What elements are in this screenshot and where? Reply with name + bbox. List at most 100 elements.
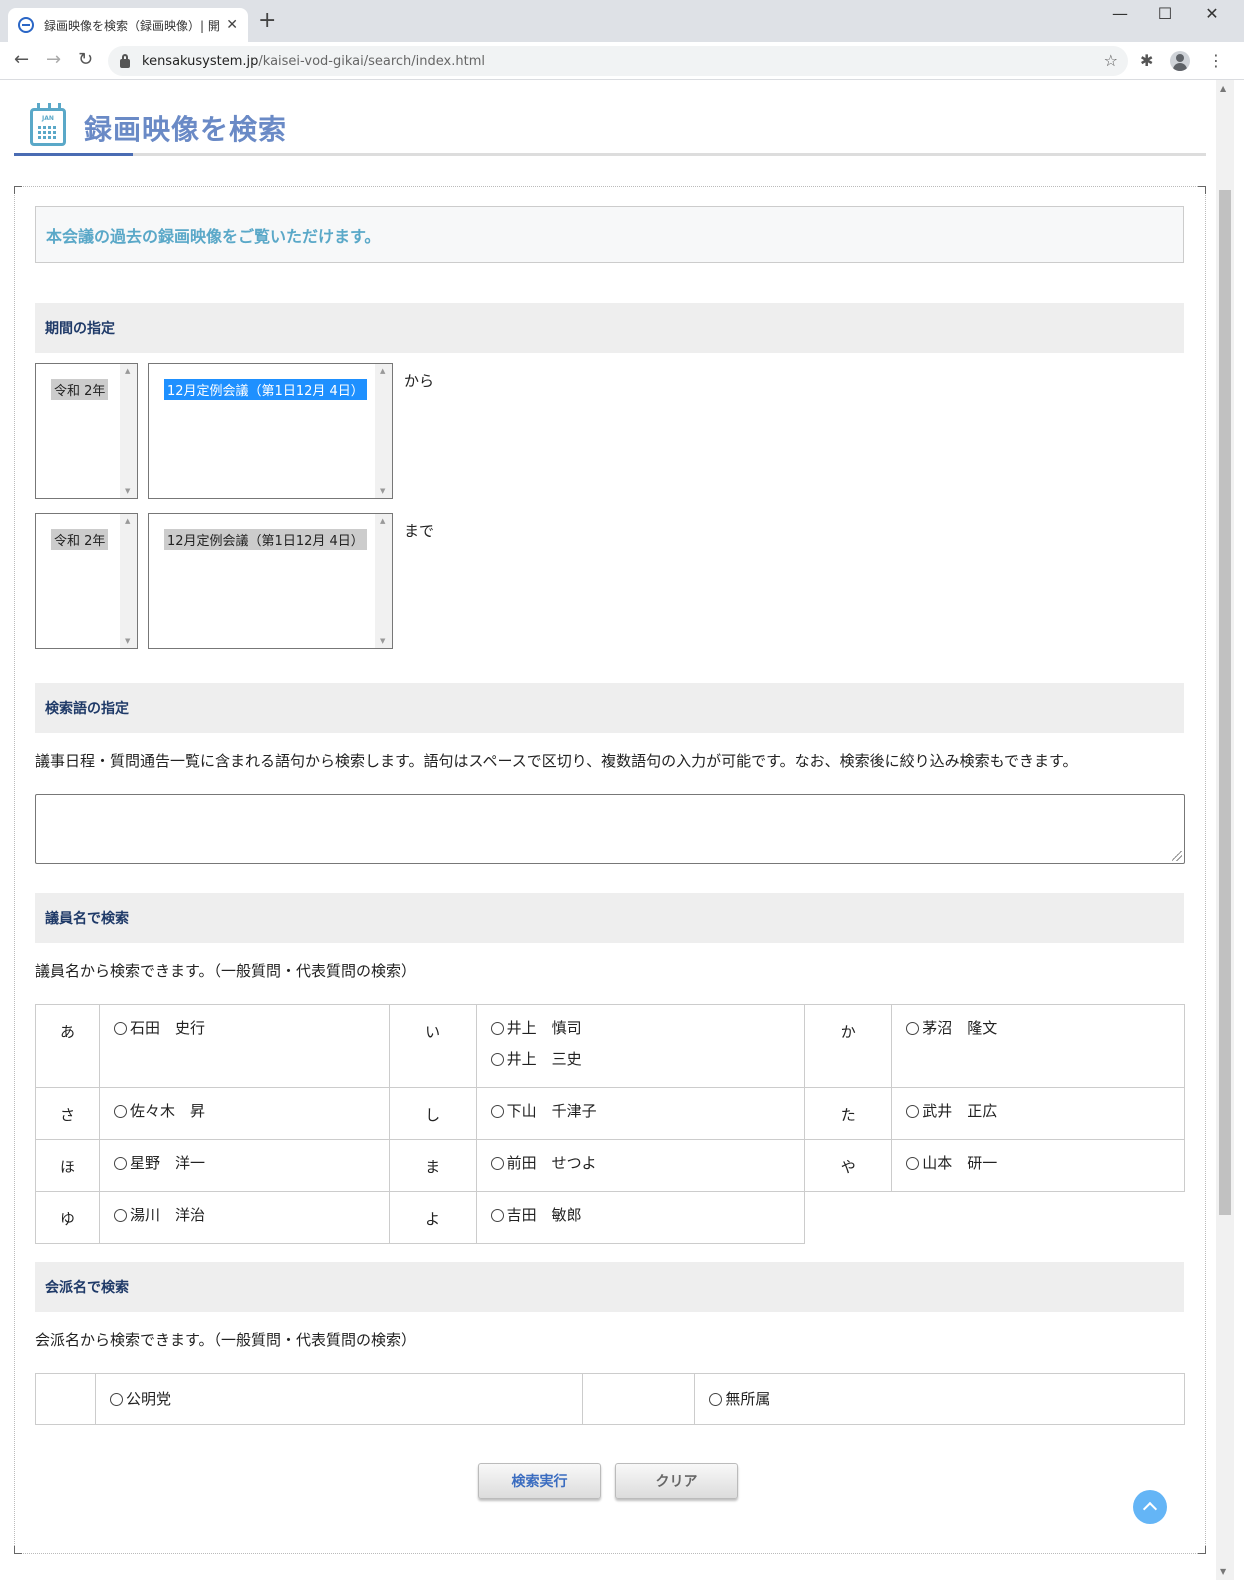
kana-cell: ほ — [35, 1139, 100, 1192]
members-table: あ 石田 史行 い 井上 慎司 井上 三史 か 茅沼 隆文 さ 佐々木 昇 し … — [35, 1004, 1185, 1244]
radio-icon[interactable] — [490, 1022, 504, 1035]
member-radio-hoshino[interactable]: 星野 洋一 — [113, 1148, 389, 1179]
factions-heading: 会派名で検索 — [35, 1262, 1184, 1312]
menu-kebab-icon[interactable]: ⋮ — [1208, 52, 1224, 70]
names-cell: 山本 研一 — [891, 1139, 1185, 1192]
forward-icon[interactable]: → — [46, 50, 61, 70]
radio-icon[interactable] — [709, 1392, 723, 1406]
period-heading: 期間の指定 — [35, 303, 1184, 353]
address-bar[interactable]: kensakusystem.jp/kaisei-vod-gikai/search… — [108, 46, 1128, 76]
resize-grip-icon[interactable] — [1172, 851, 1182, 861]
clear-button[interactable]: クリア — [615, 1463, 738, 1499]
member-radio-inoue-sanshi[interactable]: 井上 三史 — [490, 1044, 805, 1075]
names-cell: 吉田 敏郎 — [475, 1191, 806, 1244]
keyword-description: 議事日程・質問通告一覧に含まれる語句から検索します。語句はスペースで区切り、複数… — [35, 752, 1078, 770]
bookmark-star-icon[interactable]: ☆ — [1104, 51, 1118, 70]
table-row: ゆ 湯川 洋治 よ 吉田 敏郎 — [35, 1191, 1185, 1244]
scrollbar-thumb[interactable] — [1219, 190, 1231, 1215]
new-tab-icon[interactable]: + — [258, 10, 276, 32]
kana-cell: あ — [35, 1004, 100, 1088]
back-icon[interactable]: ← — [14, 50, 29, 70]
url-text: kensakusystem.jp/kaisei-vod-gikai/search… — [142, 53, 485, 69]
empty-kana-cell — [35, 1373, 96, 1425]
lock-icon — [120, 53, 130, 68]
radio-icon[interactable] — [490, 1157, 504, 1170]
page-title: 録画映像を検索 — [84, 113, 288, 146]
kana-cell: さ — [35, 1087, 100, 1140]
member-radio-takei[interactable]: 武井 正広 — [906, 1096, 1184, 1127]
to-year-select[interactable]: 令和 2年 ▲ ▼ — [35, 513, 138, 649]
to-year-option[interactable]: 令和 2年 — [51, 529, 109, 550]
names-cell: 前田 せつよ — [475, 1139, 806, 1192]
radio-icon[interactable] — [113, 1157, 127, 1170]
browser-tab-bar: 録画映像を検索（録画映像）| 開 ✕ + — ☐ ✕ — [0, 0, 1244, 42]
kana-cell: か — [804, 1004, 893, 1088]
calendar-icon: JAN — [30, 103, 66, 146]
radio-icon[interactable] — [113, 1022, 127, 1035]
empty-kana-cell — [581, 1373, 696, 1425]
member-radio-kayanuma[interactable]: 茅沼 隆文 — [906, 1013, 1184, 1044]
kana-cell: や — [804, 1139, 893, 1192]
site-favicon-icon — [18, 17, 34, 33]
tab-close-icon[interactable]: ✕ — [226, 17, 238, 33]
to-meeting-select[interactable]: 12月定例会議（第1日12月 4日） ▲ ▼ — [148, 513, 393, 649]
table-row: さ 佐々木 昇 し 下山 千津子 た 武井 正広 — [35, 1087, 1185, 1140]
to-label: まで — [404, 522, 435, 540]
faction-radio-komeito[interactable]: 公明党 — [109, 1384, 582, 1415]
keyword-input[interactable] — [35, 794, 1185, 864]
from-label: から — [404, 372, 435, 390]
from-meeting-select[interactable]: 12月定例会議（第1日12月 4日） ▲ ▼ — [148, 363, 393, 499]
radio-icon[interactable] — [109, 1392, 123, 1406]
table-row: ほ 星野 洋一 ま 前田 せつよ や 山本 研一 — [35, 1139, 1185, 1192]
radio-icon[interactable] — [113, 1209, 127, 1222]
browser-toolbar: ← → ↻ kensakusystem.jp/kaisei-vod-gikai/… — [0, 42, 1244, 80]
from-meeting-option[interactable]: 12月定例会議（第1日12月 4日） — [164, 379, 367, 400]
members-description: 議員名から検索できます。（一般質問・代表質問の検索） — [35, 962, 417, 980]
scroll-to-top-icon[interactable] — [1133, 1490, 1167, 1524]
faction-radio-independent[interactable]: 無所属 — [709, 1384, 1184, 1415]
member-radio-inoue-shinji[interactable]: 井上 慎司 — [490, 1013, 805, 1044]
member-radio-shimoyama[interactable]: 下山 千津子 — [490, 1096, 805, 1127]
radio-icon[interactable] — [906, 1157, 920, 1170]
kana-cell: い — [388, 1004, 477, 1088]
reload-icon[interactable]: ↻ — [78, 50, 93, 70]
scroll-up-icon[interactable]: ▲ — [1220, 84, 1226, 93]
from-year-select[interactable]: 令和 2年 ▲ ▼ — [35, 363, 138, 499]
faction-cell: 公明党 — [94, 1373, 583, 1425]
scroll-down-icon[interactable]: ▼ — [1220, 1567, 1226, 1576]
maximize-icon[interactable]: ☐ — [1145, 4, 1185, 23]
names-cell: 石田 史行 — [98, 1004, 390, 1088]
member-radio-yoshida[interactable]: 吉田 敏郎 — [490, 1200, 805, 1231]
table-row: 公明党 無所属 — [35, 1373, 1185, 1425]
radio-icon[interactable] — [906, 1022, 920, 1035]
browser-tab[interactable]: 録画映像を検索（録画映像）| 開 ✕ — [8, 8, 248, 42]
member-radio-yamamoto[interactable]: 山本 研一 — [906, 1148, 1184, 1179]
to-meeting-option[interactable]: 12月定例会議（第1日12月 4日） — [164, 529, 367, 550]
minimize-icon[interactable]: — — [1100, 4, 1140, 23]
window-close-icon[interactable]: ✕ — [1192, 4, 1232, 23]
header-accent-line — [14, 153, 133, 156]
intro-box: 本会議の過去の録画映像をご覧いただけます。 — [35, 206, 1184, 263]
names-cell: 星野 洋一 — [98, 1139, 390, 1192]
names-cell: 佐々木 昇 — [98, 1087, 390, 1140]
kana-cell: た — [804, 1087, 893, 1140]
members-heading: 議員名で検索 — [35, 893, 1184, 943]
search-button[interactable]: 検索実行 — [478, 1463, 601, 1499]
extensions-icon[interactable]: ✱ — [1140, 52, 1153, 70]
radio-icon[interactable] — [490, 1053, 504, 1066]
radio-icon[interactable] — [113, 1105, 127, 1118]
radio-icon[interactable] — [490, 1105, 504, 1118]
empty-cell — [805, 1192, 1185, 1244]
member-radio-sasaki[interactable]: 佐々木 昇 — [113, 1096, 389, 1127]
page-scrollbar[interactable]: ▲ ▼ — [1216, 80, 1234, 1580]
kana-cell: し — [388, 1087, 477, 1140]
faction-cell: 無所属 — [694, 1373, 1185, 1425]
member-radio-maeda[interactable]: 前田 せつよ — [490, 1148, 805, 1179]
member-radio-yukawa[interactable]: 湯川 洋治 — [113, 1200, 389, 1231]
from-year-option[interactable]: 令和 2年 — [51, 379, 109, 400]
member-radio-ishida[interactable]: 石田 史行 — [113, 1013, 389, 1044]
names-cell: 下山 千津子 — [475, 1087, 806, 1140]
profile-avatar-icon[interactable] — [1170, 51, 1190, 71]
radio-icon[interactable] — [490, 1209, 504, 1222]
radio-icon[interactable] — [906, 1105, 920, 1118]
